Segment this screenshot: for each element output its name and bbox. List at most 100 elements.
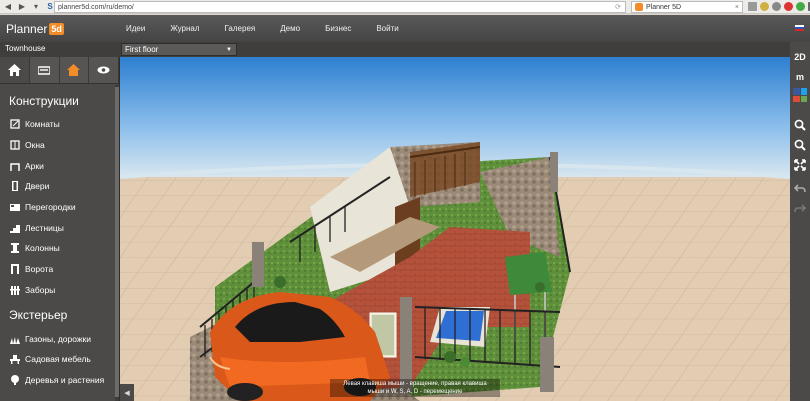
sidebar-item-doors[interactable]: Двери <box>0 176 119 197</box>
sidebar-item-label: Окна <box>25 140 45 151</box>
sidebar-item-columns[interactable]: Колонны <box>0 238 119 259</box>
social-share-icons <box>790 87 810 103</box>
arch-icon <box>10 161 20 171</box>
sidebar-item-label: Заборы <box>25 284 56 295</box>
extension-icon[interactable] <box>796 2 805 11</box>
sidebar-item-lawns[interactable]: Газоны, дорожки <box>0 328 119 349</box>
google-plus-icon[interactable] <box>793 95 800 102</box>
undo-icon[interactable] <box>790 179 810 199</box>
view-2d-button[interactable]: 2D <box>790 47 810 67</box>
sidebar-item-garden-furniture[interactable]: Садовая мебель <box>0 349 119 370</box>
tab-furniture[interactable] <box>29 57 60 83</box>
gear-icon[interactable] <box>772 2 781 11</box>
sidebar-item-label: Садовая мебель <box>25 354 91 365</box>
share-icon[interactable] <box>800 95 807 102</box>
sidebar-item-label: Арки <box>25 160 44 171</box>
language-flag-icon[interactable] <box>795 25 804 31</box>
door-icon <box>10 181 20 192</box>
addon-icon[interactable] <box>784 2 793 11</box>
fullscreen-icon[interactable] <box>790 155 810 175</box>
sidebar-item-rooms[interactable]: Комнаты <box>0 114 119 135</box>
tab-favicon-icon <box>635 3 643 11</box>
dropdown-icon[interactable]: ▾ <box>30 1 42 13</box>
partition-icon <box>10 202 20 212</box>
sidebar-item-label: Перегородки <box>25 202 76 213</box>
collapse-sidebar-button[interactable]: ◀ <box>120 384 134 401</box>
sidebar-item-label: Ворота <box>25 264 54 275</box>
url-text[interactable]: planner5d.com/ru/demo/ <box>58 4 134 11</box>
project-name[interactable]: Townhouse <box>5 44 45 53</box>
sidebar-item-label: Двери <box>25 181 50 192</box>
sidebar-item-label: Колонны <box>25 243 60 254</box>
tab-constructions[interactable] <box>0 57 30 83</box>
sofa-icon <box>38 66 51 75</box>
browser-toolbar: ◀ ▶ ▾ S planner5d.com/ru/demo/ ⟳ Planner… <box>0 0 810 14</box>
sidebar-item-windows[interactable]: Окна <box>0 135 119 156</box>
stairs-icon <box>10 223 20 233</box>
browser-tab[interactable]: Planner 5D × <box>631 1 743 13</box>
navigation-hint: Левая клавиша мыши - вращение, правая кл… <box>330 379 500 397</box>
fence-icon <box>10 285 20 295</box>
logo-text: Planner <box>6 21 48 36</box>
units-button[interactable]: m <box>790 67 810 87</box>
nav-ideas[interactable]: Идеи <box>126 24 145 33</box>
lawn-icon <box>10 334 20 344</box>
roof-icon <box>67 64 81 76</box>
planner5d-logo[interactable]: Planner 5d <box>6 22 64 36</box>
column-icon <box>10 243 20 254</box>
sidebar-item-label: Газоны, дорожки <box>25 333 92 344</box>
sidebar-item-stairs[interactable]: Лестницы <box>0 217 119 238</box>
nav-demo[interactable]: Демо <box>280 24 300 33</box>
home-icon <box>7 64 21 76</box>
nav-journal[interactable]: Журнал <box>170 24 199 33</box>
sidebar-scroll-thumb[interactable] <box>115 87 119 397</box>
star-icon[interactable] <box>760 2 769 11</box>
section-exterior-title: Экстерьер <box>9 308 68 323</box>
twitter-icon[interactable] <box>800 88 807 95</box>
browser-extension-icons <box>748 2 810 11</box>
right-toolbar: 2D m <box>790 42 810 401</box>
address-bar[interactable]: planner5d.com/ru/demo/ ⟳ <box>54 1 626 13</box>
sidebar-item-label: Комнаты <box>25 119 60 130</box>
project-bar: Townhouse First floor ▼ <box>0 42 810 57</box>
eye-icon <box>97 66 110 74</box>
sidebar-item-gates[interactable]: Ворота <box>0 259 119 280</box>
zoom-out-icon[interactable] <box>790 135 810 155</box>
sidebar-item-label: Лестницы <box>25 222 64 233</box>
redo-icon[interactable] <box>790 199 810 219</box>
hint-line-2: мыши и W, S, A, D - перемещение <box>367 389 463 395</box>
nav-gallery[interactable]: Галерея <box>225 24 256 33</box>
sidebar-item-arches[interactable]: Арки <box>0 155 119 176</box>
zoom-in-icon[interactable] <box>790 115 810 135</box>
tab-close-icon[interactable]: × <box>735 4 742 11</box>
3d-viewport[interactable] <box>120 57 790 401</box>
sidebar-item-label: Деревья и растения <box>25 374 105 385</box>
3d-scene <box>120 142 790 401</box>
home-browser-icon[interactable] <box>748 2 757 11</box>
nav-business[interactable]: Бизнес <box>325 24 351 33</box>
section-constructions-title: Конструкции <box>9 94 79 108</box>
sidebar: Конструкции Комнаты Окна Арки Двери Пере… <box>0 57 120 401</box>
gate-icon <box>10 264 20 275</box>
floor-select-value: First floor <box>125 45 159 54</box>
hint-line-1: Левая клавиша мыши - вращение, правая кл… <box>343 381 487 387</box>
facebook-icon[interactable] <box>793 88 800 95</box>
tab-exterior[interactable] <box>59 57 90 83</box>
nav-login[interactable]: Войти <box>376 24 398 33</box>
logo-badge: 5d <box>49 22 64 35</box>
forward-arrow-icon[interactable]: ▶ <box>16 1 28 13</box>
top-navigation: Идеи Журнал Галерея Демо Бизнес Войти <box>126 15 424 42</box>
site-header: Planner 5d Идеи Журнал Галерея Демо Бизн… <box>0 15 810 42</box>
sidebar-item-fences[interactable]: Заборы <box>0 280 119 301</box>
room-icon <box>10 119 20 129</box>
back-arrow-icon[interactable]: ◀ <box>2 1 14 13</box>
sidebar-mode-tabs <box>0 57 119 84</box>
reload-icon[interactable]: ⟳ <box>615 3 625 11</box>
floor-select[interactable]: First floor ▼ <box>121 43 237 56</box>
sidebar-item-trees[interactable]: Деревья и растения <box>0 370 119 391</box>
tab-title: Planner 5D <box>646 3 682 11</box>
sidebar-item-partitions[interactable]: Перегородки <box>0 197 119 218</box>
chevron-down-icon: ▼ <box>226 46 232 53</box>
garden-chair-icon <box>10 354 20 365</box>
tab-view[interactable] <box>89 57 119 83</box>
